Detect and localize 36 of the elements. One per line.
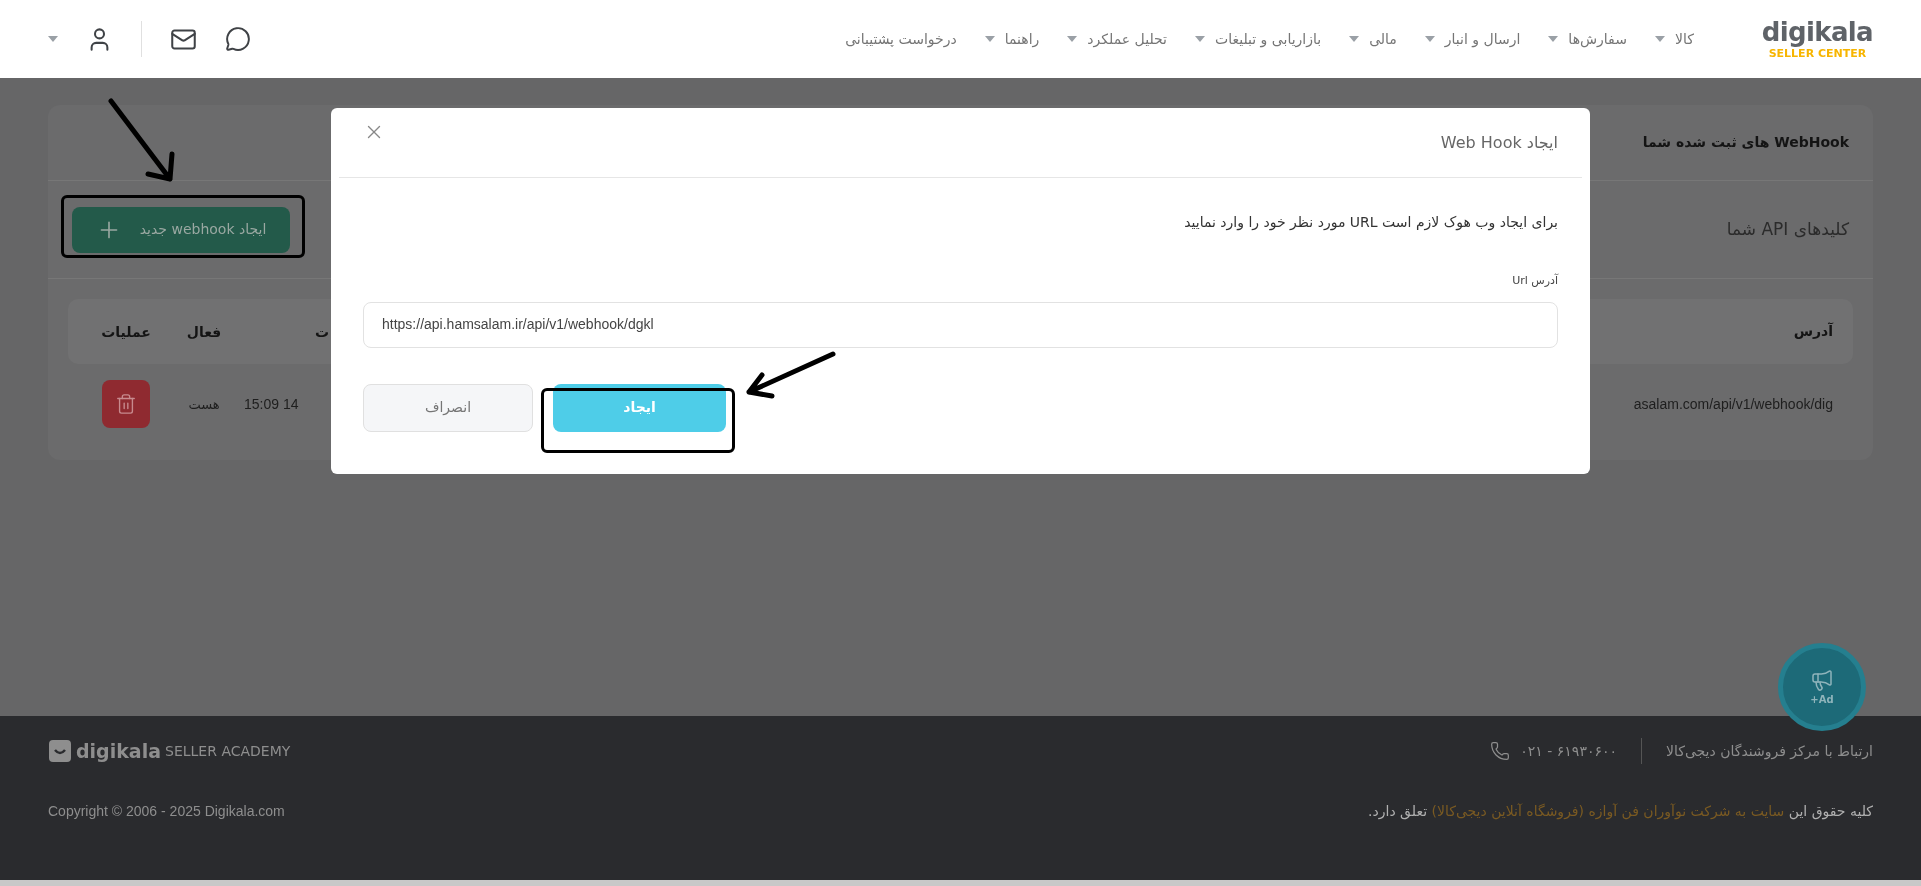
table-cell: 15:09 14 bbox=[244, 396, 299, 412]
chat-icon[interactable] bbox=[225, 26, 251, 52]
table-cell: هست bbox=[188, 397, 220, 412]
table-cell-text: asalam.com/api/v1/webhook/dig bbox=[1632, 394, 1833, 414]
url-field[interactable]: https://api.hamsalam.ir/api/v1/webhook/dgkl bbox=[363, 301, 1558, 348]
logo[interactable]: digikala SELLER CENTER bbox=[1761, 19, 1873, 59]
nav-item[interactable]: درخواست پشتیبانی bbox=[845, 28, 957, 50]
trash-icon bbox=[115, 393, 137, 415]
api-keys-tab[interactable]: کلیدهای API شما bbox=[1726, 216, 1849, 243]
field-label: آدرس Url bbox=[1511, 273, 1558, 289]
dialog-message: برای ایجاد وب هوک لازم است URL مورد نظر خود را وارد نمایید bbox=[1183, 213, 1558, 233]
cancel-button[interactable]: انصراف bbox=[363, 383, 533, 432]
nav-item[interactable]: بازاریابی و تبلیغات bbox=[1214, 28, 1322, 50]
phone-icon bbox=[1490, 741, 1511, 761]
phone-number[interactable]: ۰۲۱ - ۶۱۹۳۰۶۰۰ bbox=[1520, 740, 1617, 762]
delete-button[interactable] bbox=[102, 380, 150, 428]
copyright-text: Copyright © 2006 - 2025 Digikala.com bbox=[48, 801, 285, 821]
ad-button[interactable]: +Ad bbox=[1778, 643, 1866, 731]
dialog-title: ایجاد Web Hook bbox=[1440, 131, 1558, 154]
megaphone-icon bbox=[1810, 667, 1834, 692]
section-title: WebHook های ثبت شده شما bbox=[1642, 133, 1849, 152]
rights-text: کلیه حقوق این سایت به شرکت نوآوران فن آوازه (فروشگاه آنلاین دیجی‌کالا) تعلق دارد. bbox=[1368, 801, 1873, 822]
new-webhook-button[interactable]: ایجاد webhook جدید bbox=[72, 206, 290, 253]
nav-item[interactable]: مالی bbox=[1369, 28, 1397, 50]
caret-icon bbox=[48, 36, 58, 42]
column-header: ت bbox=[314, 323, 329, 340]
nav-item[interactable]: راهنما bbox=[1004, 28, 1040, 50]
column-header: آدرس bbox=[1792, 321, 1833, 341]
column-header: عملیات bbox=[101, 323, 151, 340]
nav-item[interactable]: تحلیل عملکرد bbox=[1087, 28, 1167, 50]
nav-item[interactable]: سفارش‌ها bbox=[1568, 28, 1627, 50]
nav-item[interactable]: کالا bbox=[1674, 28, 1694, 50]
column-header: فعال bbox=[186, 323, 222, 340]
nav-item[interactable]: ارسال و انبار bbox=[1444, 28, 1521, 50]
academy-logo[interactable]: digikala SELLER ACADEMY bbox=[48, 736, 291, 766]
contact-text: ارتباط با مرکز فروشندگان دیجی‌کالا bbox=[1666, 741, 1873, 762]
